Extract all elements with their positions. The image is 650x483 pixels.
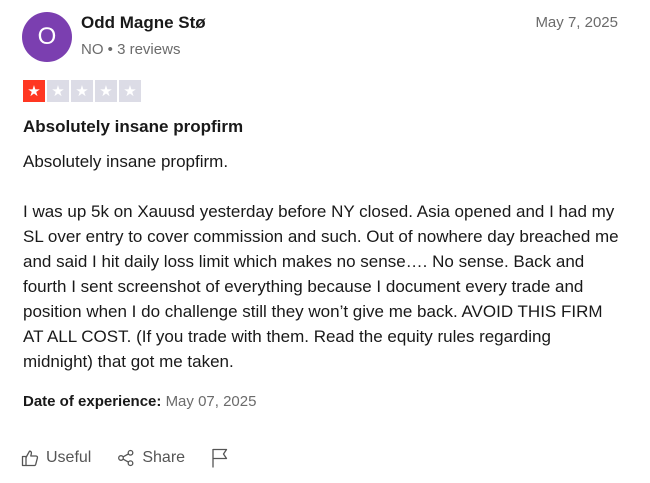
experience-date: May 07, 2025 — [165, 393, 257, 410]
star-empty-icon: ★ — [47, 80, 69, 102]
review-actions: Useful Share — [21, 446, 255, 470]
share-label: Share — [142, 449, 186, 466]
review-date: May 7, 2025 — [535, 14, 618, 31]
thumbs-up-icon — [21, 449, 39, 467]
star-rating: ★ ★ ★ ★ ★ — [23, 80, 141, 102]
star-filled-icon: ★ — [23, 80, 45, 102]
star-empty-icon: ★ — [119, 80, 141, 102]
avatar[interactable]: O — [22, 12, 72, 62]
reviewer-meta: NO • 3 reviews — [81, 41, 181, 58]
review-paragraph: Absolutely insane propfirm. — [23, 152, 229, 171]
useful-button[interactable]: Useful — [21, 449, 91, 467]
review-paragraph: I was up 5k on Xauusd yesterday before N… — [23, 202, 619, 371]
reviewer-name[interactable]: Odd Magne Stø — [81, 13, 206, 33]
share-button[interactable]: Share — [117, 449, 185, 467]
date-of-experience: Date of experience: May 07, 2025 — [23, 393, 256, 410]
share-icon — [117, 449, 135, 467]
flag-icon — [211, 448, 229, 468]
star-empty-icon: ★ — [95, 80, 117, 102]
review-header: O Odd Magne Stø NO • 3 reviews May 7, 20… — [22, 12, 620, 62]
star-empty-icon: ★ — [71, 80, 93, 102]
review-body: Absolutely insane propfirm. I was up 5k … — [23, 149, 623, 374]
experience-label: Date of experience: — [23, 393, 162, 410]
report-button[interactable] — [211, 448, 229, 468]
useful-label: Useful — [46, 449, 92, 466]
review-title[interactable]: Absolutely insane propfirm — [23, 117, 243, 137]
